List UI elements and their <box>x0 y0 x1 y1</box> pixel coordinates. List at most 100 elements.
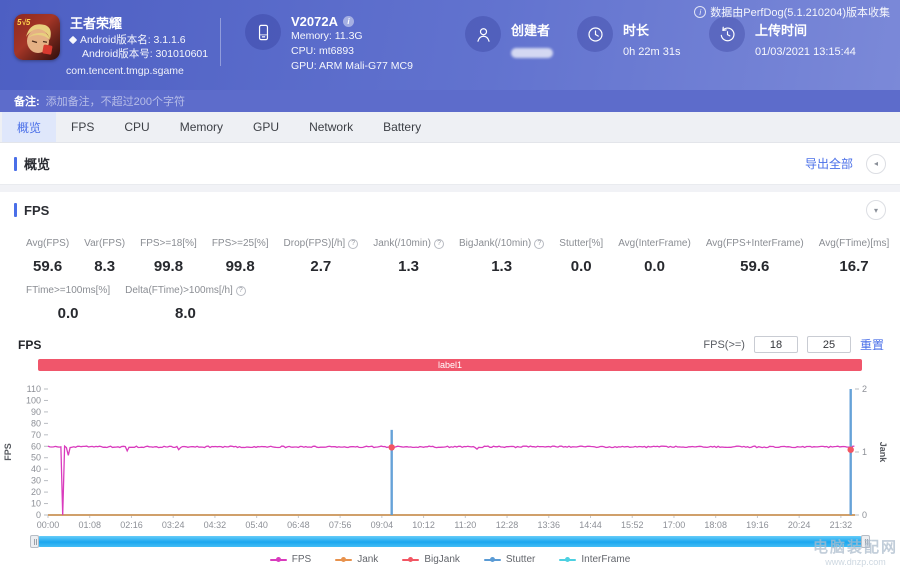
stat-value-bigjank-per-10min: 1.3 <box>491 258 513 275</box>
stat-label-drop-fps: Drop(FPS)[/h]? <box>284 238 359 249</box>
svg-text:20: 20 <box>31 487 41 497</box>
svg-text:19:16: 19:16 <box>746 520 769 530</box>
perfdog-report-page: i 数据由PerfDog(5.1.210204)版本收集 5√5 王者荣耀 An… <box>0 0 900 573</box>
scrollbar-handle-right[interactable] <box>861 535 870 548</box>
tab-fps[interactable]: FPS <box>56 112 109 142</box>
tab-battery[interactable]: Battery <box>368 112 436 142</box>
legend-item-fps[interactable]: FPS <box>269 554 311 565</box>
help-icon[interactable]: ? <box>348 238 359 249</box>
reset-link[interactable]: 重置 <box>860 336 884 353</box>
app-version-code: Android版本号: 301010601 <box>82 48 209 60</box>
legend-item-jank[interactable]: Jank <box>335 554 378 565</box>
device-cpu: CPU: mt6893 <box>291 45 355 57</box>
svg-text:03:24: 03:24 <box>162 520 185 530</box>
svg-text:18:08: 18:08 <box>704 520 727 530</box>
stat-avg-fps-interframe: Avg(FPS+InterFrame) 59.6 <box>706 238 804 275</box>
svg-text:04:32: 04:32 <box>204 520 227 530</box>
svg-text:1: 1 <box>862 447 867 457</box>
game-app-icon: 5√5 <box>14 14 60 60</box>
fps-title-text: FPS <box>24 202 50 218</box>
fps-section: FPS ▾ Avg(FPS) 59.6 Var(FPS) 8.3 FPS>=18[%] 9… <box>0 192 900 565</box>
stat-avg-interframe: Avg(InterFrame) 0.0 <box>618 238 691 275</box>
svg-text:FPS: FPS <box>3 443 13 461</box>
stat-label-fps-ge-25: FPS>=25[%] <box>211 238 269 249</box>
help-icon[interactable]: ? <box>434 238 445 249</box>
fps-stats-row-2: FTime>=100ms[%] 0.0 Delta(FTime)>100ms[/h]… <box>0 285 900 322</box>
fps-threshold-input-2[interactable] <box>806 336 851 353</box>
stat-ftime-ge-100ms: FTime>=100ms[%] 0.0 <box>26 285 110 322</box>
legend-item-bigjank[interactable]: BigJank <box>402 554 460 565</box>
stat-value-fps-ge-18: 99.8 <box>153 258 184 275</box>
fps-chart-area[interactable]: 0 10 20 30 40 50 60 70 80 90 100 110 FPS 0 1 2 Jank 00:00… <box>0 373 900 533</box>
collect-info-text: 数据由PerfDog(5.1.210204)版本收集 <box>710 7 890 19</box>
stat-label-avg-interframe: Avg(InterFrame) <box>618 238 691 249</box>
tab-network[interactable]: Network <box>294 112 368 142</box>
stat-avg-fps: Avg(FPS) 59.6 <box>26 238 69 275</box>
svg-text:5√5: 5√5 <box>17 18 31 27</box>
help-icon[interactable]: ? <box>534 238 545 249</box>
fps-threshold-label: FPS(>=) <box>703 338 745 351</box>
app-title: 王者荣耀 <box>70 16 123 31</box>
remark-bar[interactable]: 备注: 添加备注，不超过200个字符 <box>0 90 900 112</box>
fps-threshold-input-1[interactable] <box>753 336 798 353</box>
svg-text:50: 50 <box>31 453 41 463</box>
svg-text:100: 100 <box>26 395 41 405</box>
svg-text:10:12: 10:12 <box>412 520 435 530</box>
creator-name-redacted <box>511 48 553 58</box>
stat-jank-per-10min: Jank(/10min)? 1.3 <box>373 238 445 275</box>
svg-text:17:00: 17:00 <box>663 520 686 530</box>
export-all-link[interactable]: 导出全部 <box>805 155 853 172</box>
duration-value: 0h 22m 31s <box>623 46 681 58</box>
stat-fps-ge-25: FPS>=25[%] 99.8 <box>212 238 269 275</box>
tab-memory[interactable]: Memory <box>165 112 238 142</box>
svg-text:0: 0 <box>862 510 867 520</box>
svg-text:21:32: 21:32 <box>830 520 853 530</box>
creator-block: 创建者 <box>465 14 577 58</box>
stat-label-ftime-ge-100ms: FTime>=100ms[%] <box>26 285 111 296</box>
fps-line-chart[interactable]: 0102030405060708090100110FPS012Jank00:00… <box>0 373 900 533</box>
svg-text:10: 10 <box>31 499 41 509</box>
stat-drop-fps: Drop(FPS)[/h]? 2.7 <box>284 238 359 275</box>
svg-text:20:24: 20:24 <box>788 520 811 530</box>
title-accent-bar <box>14 203 17 217</box>
svg-text:13:36: 13:36 <box>538 520 561 530</box>
chart-label1-text: label1 <box>437 360 463 370</box>
svg-text:Jank: Jank <box>878 442 888 464</box>
scrollbar-handle-left[interactable] <box>30 535 39 548</box>
stat-label-delta-ftime-gt-100ms: Delta(FTime)>100ms[/h]? <box>125 285 246 296</box>
upload-time-block: 上传时间 01/03/2021 13:15:44 <box>709 14 856 58</box>
collapse-left-button[interactable]: ◂ <box>866 153 886 174</box>
tab-cpu[interactable]: CPU <box>109 112 164 142</box>
svg-text:07:56: 07:56 <box>329 520 352 530</box>
legend-item-interframe[interactable]: InterFrame <box>559 554 630 565</box>
svg-text:12:28: 12:28 <box>496 520 519 530</box>
svg-text:30: 30 <box>31 476 41 486</box>
stat-label-var-fps: Var(FPS) <box>84 238 126 249</box>
stat-fps-ge-18: FPS>=18[%] 99.8 <box>140 238 197 275</box>
help-icon[interactable]: ? <box>235 285 246 296</box>
device-model: V2072A <box>291 14 338 29</box>
fps-threshold-controls: FPS(>=) 重置 <box>703 336 884 353</box>
svg-text:14:44: 14:44 <box>579 520 602 530</box>
stat-value-avg-fps: 59.6 <box>32 258 63 275</box>
device-memory: Memory: 11.3G <box>291 30 363 42</box>
tab-gpu[interactable]: GPU <box>238 112 294 142</box>
collapse-fps-button[interactable]: ▾ <box>866 200 886 220</box>
stat-value-avg-fps-interframe: 59.6 <box>740 258 770 275</box>
info-icon: i <box>694 6 707 18</box>
overview-section: 概览 导出全部 ◂ <box>0 143 900 185</box>
title-accent-bar <box>14 156 17 171</box>
stat-label-stutter: Stutter[%] <box>559 238 604 249</box>
upload-time-label: 上传时间 <box>755 23 808 38</box>
device-info-icon[interactable]: i <box>342 16 354 27</box>
chart-scrollbar[interactable] <box>30 535 870 548</box>
header-divider <box>220 18 221 66</box>
legend-item-stutter[interactable]: Stutter <box>483 554 535 565</box>
svg-text:15:52: 15:52 <box>621 520 644 530</box>
svg-text:110: 110 <box>27 384 41 394</box>
stat-avg-ftime: Avg(FTime)[ms] 16.7 <box>819 238 890 275</box>
tab-overview[interactable]: 概览 <box>2 112 57 142</box>
svg-text:80: 80 <box>31 418 41 428</box>
remark-placeholder: 添加备注，不超过200个字符 <box>45 96 186 108</box>
diamond-icon <box>68 35 78 45</box>
